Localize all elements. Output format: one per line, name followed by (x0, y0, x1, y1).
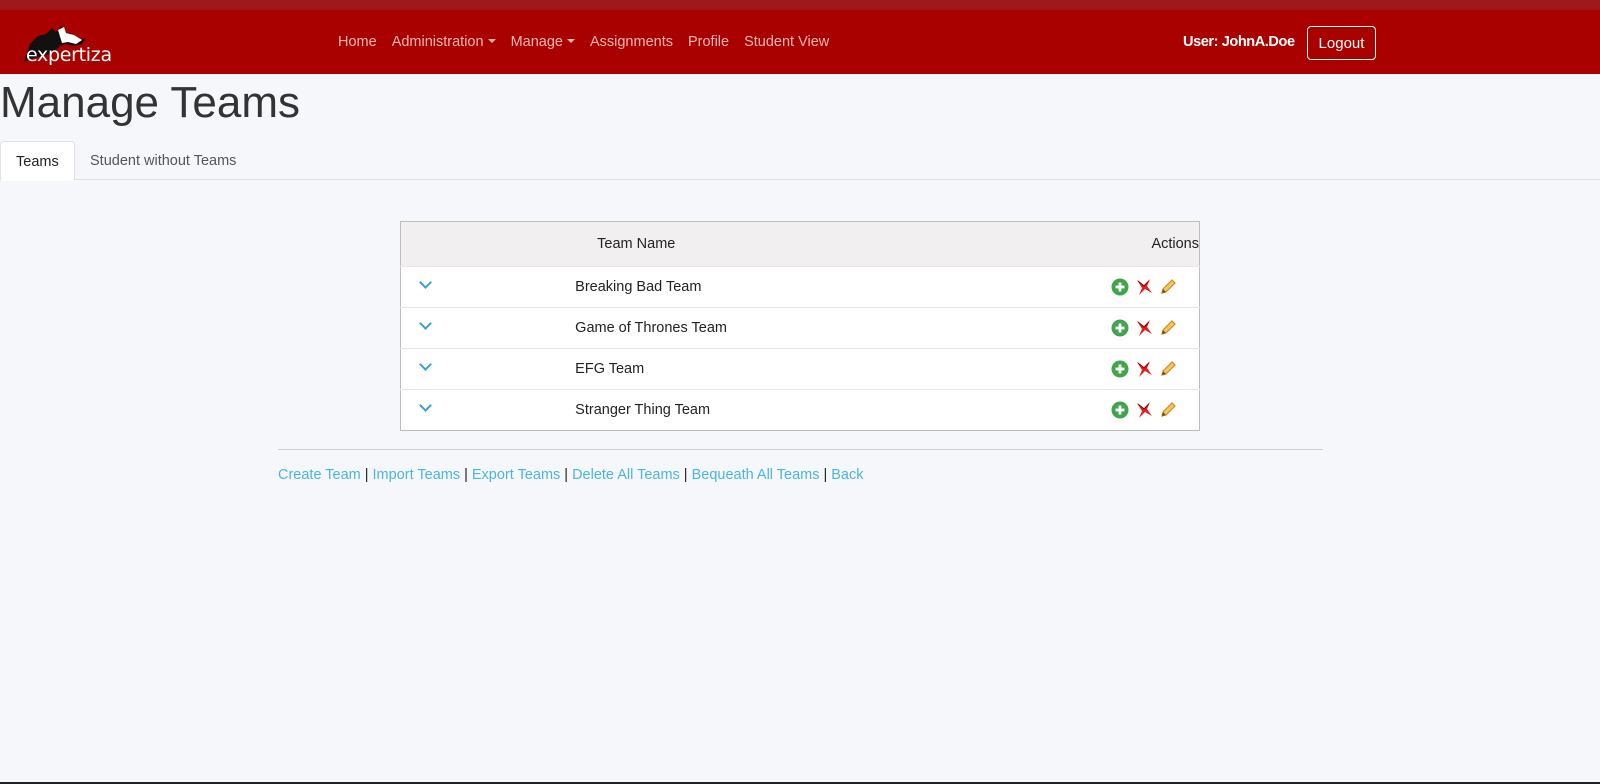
add-member-icon[interactable] (1111, 278, 1129, 296)
top-stripe (0, 0, 1600, 10)
tab-teams-label: Teams (16, 154, 59, 170)
delete-icon[interactable] (1135, 278, 1153, 296)
delete-icon[interactable] (1135, 319, 1153, 337)
nav-profile[interactable]: Profile (688, 34, 729, 50)
page-title: Manage Teams (0, 78, 301, 127)
footer-link-delete-all-teams[interactable]: Delete All Teams (572, 467, 680, 483)
team-name: Stranger Thing Team (575, 402, 711, 418)
logo[interactable]: expertiza (20, 24, 120, 66)
edit-icon[interactable] (1159, 278, 1177, 296)
row-toggle-cell (400, 348, 562, 390)
edit-icon[interactable] (1159, 401, 1177, 419)
nav-manage[interactable]: Manage (511, 34, 575, 50)
team-name-cell: Breaking Bad Team (561, 266, 920, 308)
nav-menu: Home Administration Manage Assignments P… (338, 34, 844, 50)
logout-button[interactable]: Logout (1307, 26, 1376, 60)
footer-link-import-teams[interactable]: Import Teams (373, 467, 461, 483)
user-label: User: JohnA.Doe (1183, 34, 1295, 50)
footer-link-create-team[interactable]: Create Team (278, 467, 361, 483)
add-member-icon[interactable] (1111, 360, 1129, 378)
add-member-icon[interactable] (1111, 401, 1129, 419)
nav-student-view-label: Student View (744, 34, 830, 50)
chevron-down-icon[interactable] (419, 317, 432, 330)
footer-link-bequeath-all-teams[interactable]: Bequeath All Teams (692, 467, 820, 483)
nav-home-label: Home (338, 34, 377, 50)
row-toggle-cell (400, 307, 562, 349)
caret-down-icon (487, 39, 496, 43)
actions-cell (919, 266, 1200, 308)
footer-link-export-teams[interactable]: Export Teams (472, 467, 560, 483)
nav-administration[interactable]: Administration (392, 34, 496, 50)
teams-table: Team Name Actions Breaking Bad Team Game… (400, 221, 1200, 431)
logo-text: expertiza (26, 44, 112, 66)
nav-student-view[interactable]: Student View (744, 34, 829, 50)
link-separator: | (683, 467, 688, 483)
table-row: EFG Team (400, 348, 1200, 390)
link-separator: | (564, 467, 569, 483)
team-name: EFG Team (575, 361, 645, 377)
delete-icon[interactable] (1135, 360, 1153, 378)
table-row: Game of Thrones Team (400, 307, 1200, 349)
nav-assignments[interactable]: Assignments (590, 34, 673, 50)
actions-cell (919, 389, 1200, 431)
header-actions: Actions (919, 221, 1200, 267)
row-toggle-cell (400, 266, 562, 308)
link-separator: | (364, 467, 369, 483)
team-name: Breaking Bad Team (575, 279, 702, 295)
nav-assignments-label: Assignments (589, 34, 673, 50)
link-separator: | (823, 467, 828, 483)
header-team-name: Team Name (561, 221, 920, 267)
tab-students-without-teams[interactable]: Student without Teams (75, 141, 251, 181)
chevron-down-icon[interactable] (419, 358, 432, 371)
footer-link-back[interactable]: Back (831, 467, 863, 483)
table-header-row: Team Name Actions (400, 221, 1200, 267)
edit-icon[interactable] (1159, 319, 1177, 337)
header-toggle-cell (400, 221, 562, 267)
team-name-cell: EFG Team (561, 348, 920, 390)
divider (278, 449, 1323, 450)
nav-manage-label: Manage (510, 34, 563, 50)
navbar: expertiza Home Administration Manage Ass… (0, 10, 1600, 74)
table-row: Stranger Thing Team (400, 389, 1200, 431)
link-separator: | (464, 467, 468, 483)
delete-icon[interactable] (1135, 401, 1153, 419)
nav-profile-label: Profile (687, 34, 730, 50)
chevron-down-icon[interactable] (419, 399, 432, 412)
team-name-cell: Stranger Thing Team (561, 389, 920, 431)
nav-administration-label: Administration (391, 34, 484, 50)
chevron-down-icon[interactable] (419, 276, 432, 289)
team-name: Game of Thrones Team (575, 320, 727, 336)
table-row: Breaking Bad Team (400, 266, 1200, 308)
footer-links: Create Team | Import Teams | Export Teams | De… (278, 467, 864, 483)
edit-icon[interactable] (1159, 360, 1177, 378)
tab-bar: Teams Student without Teams (0, 141, 1600, 181)
team-name-cell: Game of Thrones Team (561, 307, 920, 349)
add-member-icon[interactable] (1111, 319, 1129, 337)
actions-cell (919, 307, 1200, 349)
nav-home[interactable]: Home (338, 34, 377, 50)
caret-down-icon (566, 39, 575, 43)
actions-cell (919, 348, 1200, 390)
tab-teams[interactable]: Teams (0, 141, 75, 181)
row-toggle-cell (400, 389, 562, 431)
tab-students-without-teams-label: Student without Teams (90, 153, 237, 169)
